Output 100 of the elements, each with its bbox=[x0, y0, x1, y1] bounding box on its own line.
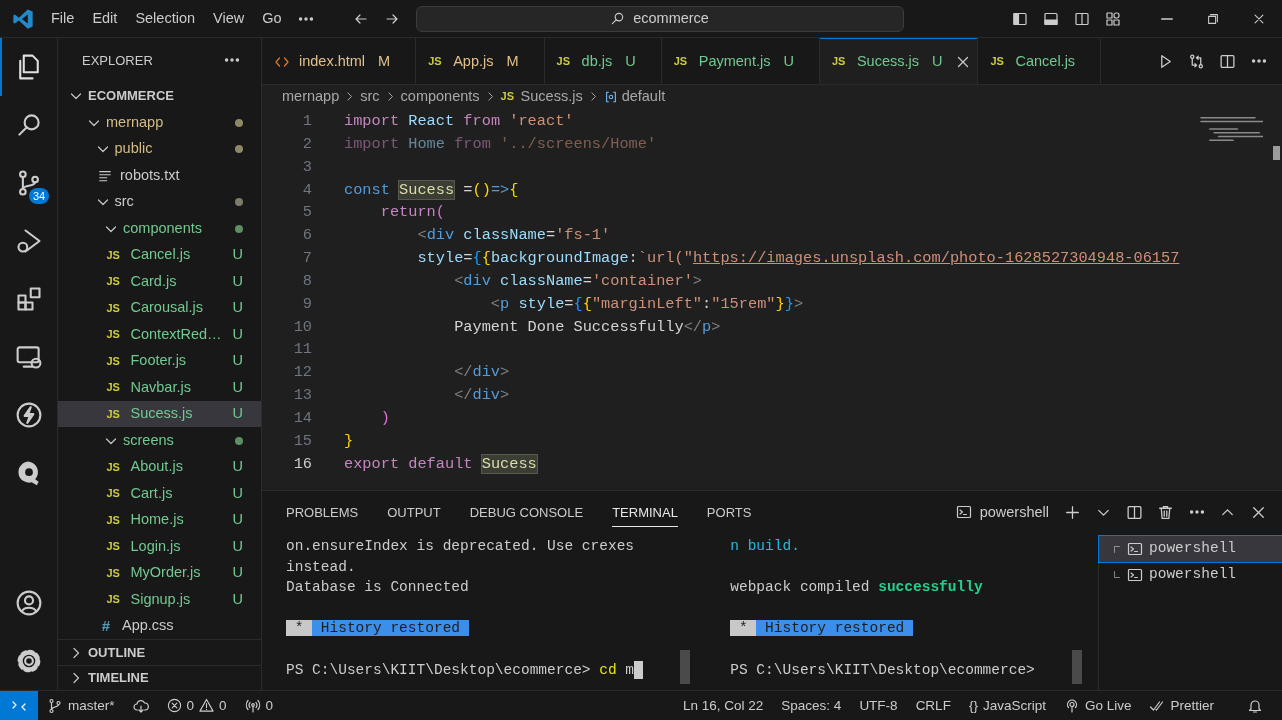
code-line: import Home from '../screens/Home' bbox=[344, 133, 658, 155]
line-number: 1 bbox=[301, 111, 312, 132]
menu-item[interactable]: Edit bbox=[83, 7, 127, 30]
breadcrumb-item[interactable]: mernapp bbox=[282, 85, 340, 108]
tree-item[interactable]: JS Sucess.js U bbox=[58, 400, 261, 428]
tree-item[interactable]: JS MyOrder.js U bbox=[58, 559, 261, 587]
git-status: U bbox=[232, 377, 243, 397]
account-icon bbox=[15, 589, 43, 617]
symbol-icon bbox=[603, 89, 618, 104]
editor-tab[interactable]: JS Sucess.js U bbox=[819, 38, 979, 84]
breadcrumb-item[interactable]: default bbox=[621, 85, 666, 108]
css-file-icon: # bbox=[98, 614, 114, 638]
panel-tab[interactable]: DEBUG CONSOLE bbox=[469, 497, 584, 527]
code-line: const Sucess =()=>{ bbox=[344, 179, 520, 201]
scrollbar-thumb[interactable] bbox=[1273, 146, 1280, 160]
tree-item[interactable]: JS Cancel.js U bbox=[58, 241, 261, 269]
menu-item[interactable]: Go bbox=[253, 7, 291, 30]
code-line: <p style={{"marginLeft":"15rem"}}> bbox=[489, 293, 805, 315]
line-number: 10 bbox=[292, 316, 312, 338]
terminal-icon bbox=[1127, 567, 1143, 583]
status-item[interactable]: Ln 16, Col 22 bbox=[674, 691, 773, 720]
tree-item[interactable]: JS ContextRed… U bbox=[58, 321, 261, 348]
tree-item[interactable]: mernapp bbox=[58, 109, 261, 136]
panel-tab[interactable]: OUTPUT bbox=[387, 497, 441, 527]
tree-item[interactable]: public bbox=[58, 135, 261, 163]
js-file-icon: JS bbox=[106, 538, 123, 555]
terminal-line: webpack compiled successfully bbox=[730, 578, 984, 598]
scrollbar-thumb[interactable] bbox=[1072, 650, 1082, 684]
breadcrumb-item[interactable]: components bbox=[400, 85, 480, 108]
source-control-button[interactable]: 34 bbox=[0, 154, 58, 212]
code-line: Payment Done Successfully</p> bbox=[453, 316, 722, 338]
terminal-line: Database is Connected bbox=[286, 578, 470, 598]
golive-button[interactable]: Go Live bbox=[1054, 691, 1141, 720]
tree-item[interactable]: JS Carousal.js U bbox=[58, 294, 261, 322]
js-file-icon: JS bbox=[673, 53, 690, 70]
terminal-item[interactable]: powershell bbox=[1099, 536, 1282, 562]
terminal-item[interactable]: powershell bbox=[1099, 562, 1282, 588]
tree-item[interactable]: JS Login.js U bbox=[58, 533, 261, 560]
status-item[interactable]: UTF-8 bbox=[850, 691, 907, 720]
branch-icon bbox=[47, 697, 63, 714]
status-item[interactable]: CRLF bbox=[906, 691, 960, 720]
terminal-dropdown[interactable]: powershell bbox=[955, 504, 1049, 520]
tree-item[interactable]: src bbox=[58, 188, 261, 216]
js-file-icon: JS bbox=[428, 53, 445, 70]
search-field[interactable]: ecommerce bbox=[415, 5, 904, 32]
tree-item[interactable]: JS Home.js U bbox=[58, 506, 261, 534]
tree-item[interactable]: JS Cart.js U bbox=[58, 480, 261, 507]
tree-item[interactable]: robots.txt bbox=[58, 162, 261, 189]
prettier-button[interactable]: Prettier bbox=[1140, 691, 1223, 720]
menu-item[interactable]: View bbox=[204, 7, 254, 30]
breadcrumb-item[interactable]: src bbox=[360, 85, 380, 108]
git-status: U bbox=[232, 483, 243, 503]
code-line: } bbox=[344, 430, 355, 452]
section-header[interactable]: OUTLINE bbox=[58, 639, 261, 665]
line-number: 13 bbox=[292, 385, 312, 407]
more-icon bbox=[1189, 510, 1204, 514]
line-number: 8 bbox=[301, 270, 312, 292]
settings-icon bbox=[15, 647, 43, 675]
code-line: return( bbox=[379, 202, 446, 224]
js-file-icon: JS bbox=[106, 511, 123, 529]
git-status: U bbox=[232, 245, 243, 265]
tree-item[interactable]: JS Navbar.js U bbox=[58, 374, 261, 401]
menu-item[interactable]: File bbox=[42, 7, 84, 30]
terminal-icon bbox=[955, 504, 972, 520]
terminal-line: PS C:\Users\KIIT\Desktop\ecommerce> cd m bbox=[286, 660, 635, 680]
restore-icon bbox=[1206, 11, 1220, 26]
panel-tab[interactable]: PORTS bbox=[706, 497, 752, 527]
monitor-icon bbox=[15, 343, 43, 371]
count-badge: 34 bbox=[29, 188, 50, 205]
tree-item[interactable]: # App.css bbox=[58, 612, 261, 640]
tree-item[interactable]: JS Card.js U bbox=[58, 268, 261, 295]
git-status: U bbox=[782, 51, 794, 71]
tree-item[interactable]: JS Signup.js U bbox=[58, 586, 261, 613]
more-icon bbox=[299, 16, 314, 21]
menu-item[interactable]: Selection bbox=[126, 7, 205, 30]
terminal-line: on.ensureIndex is deprecated. Use crexes bbox=[286, 537, 636, 556]
tree-item[interactable]: screens bbox=[58, 427, 261, 454]
scrollbar-thumb[interactable] bbox=[680, 650, 691, 684]
language-button[interactable]: {} JavaScript bbox=[959, 691, 1055, 720]
folder-header[interactable]: ECOMMERCE bbox=[58, 82, 261, 110]
panel-tab[interactable]: TERMINAL bbox=[612, 497, 678, 527]
branch-button[interactable]: master* bbox=[38, 691, 124, 720]
code-line: </div> bbox=[453, 385, 511, 407]
search-icon bbox=[15, 111, 43, 139]
tree-item[interactable]: JS About.js U bbox=[58, 453, 261, 481]
breadcrumb-item[interactable]: Sucess.js bbox=[520, 85, 583, 108]
js-file-icon: JS bbox=[106, 405, 123, 423]
tree-item[interactable]: JS Footer.js U bbox=[58, 347, 261, 375]
app-logo[interactable] bbox=[12, 7, 34, 30]
js-file-icon: JS bbox=[106, 273, 123, 290]
tree-item[interactable]: components bbox=[58, 215, 261, 242]
code-line: </div> bbox=[453, 362, 511, 384]
problems-button[interactable]: 0 0 bbox=[157, 691, 236, 720]
panel-tab[interactable]: PROBLEMS bbox=[286, 497, 359, 527]
code-line: <div className='fs-1' bbox=[416, 225, 612, 247]
error-icon bbox=[166, 698, 182, 713]
line-number: 15 bbox=[292, 430, 312, 452]
status-item[interactable]: Spaces: 4 bbox=[772, 691, 851, 720]
git-status: U bbox=[232, 351, 243, 371]
ports-button[interactable]: 0 bbox=[235, 691, 283, 720]
